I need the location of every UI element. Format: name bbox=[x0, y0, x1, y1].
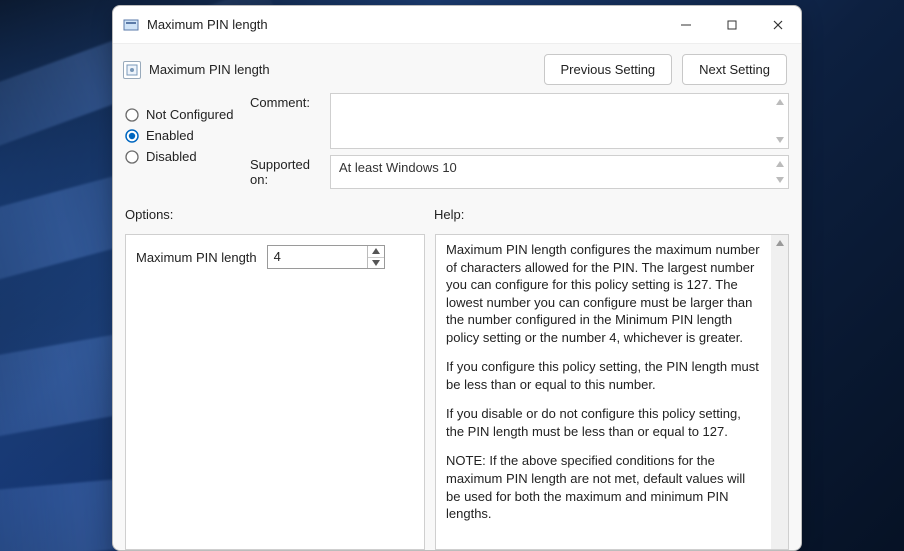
scroll-down-icon[interactable] bbox=[773, 173, 787, 187]
app-icon bbox=[123, 17, 139, 33]
scroll-up-icon[interactable] bbox=[773, 95, 787, 109]
supported-value: At least Windows 10 bbox=[331, 156, 788, 179]
options-panel: Maximum PIN length 4 bbox=[125, 234, 425, 550]
titlebar[interactable]: Maximum PIN length bbox=[113, 6, 801, 44]
comment-textbox[interactable] bbox=[330, 93, 789, 149]
policy-title: Maximum PIN length bbox=[149, 62, 270, 77]
maximize-button[interactable] bbox=[709, 6, 755, 44]
radio-enabled[interactable]: Enabled bbox=[125, 128, 250, 143]
radio-not-configured[interactable]: Not Configured bbox=[125, 107, 250, 122]
option-item-label: Maximum PIN length bbox=[136, 250, 257, 265]
spinner-down-button[interactable] bbox=[368, 258, 384, 269]
help-paragraph: Maximum PIN length configures the maximu… bbox=[446, 241, 761, 346]
comment-value bbox=[331, 94, 788, 102]
help-panel: Maximum PIN length configures the maximu… bbox=[435, 234, 789, 550]
help-paragraph: If you configure this policy setting, th… bbox=[446, 358, 761, 393]
help-paragraph: If you disable or do not configure this … bbox=[446, 405, 761, 440]
supported-label: Supported on: bbox=[250, 155, 330, 189]
radio-label: Enabled bbox=[146, 128, 194, 143]
max-pin-length-spinner[interactable]: 4 bbox=[267, 245, 385, 269]
radio-disabled[interactable]: Disabled bbox=[125, 149, 250, 164]
radio-label: Disabled bbox=[146, 149, 197, 164]
help-text: Maximum PIN length configures the maximu… bbox=[436, 235, 771, 549]
previous-setting-button[interactable]: Previous Setting bbox=[544, 54, 673, 85]
radio-off-icon bbox=[125, 150, 139, 164]
spinner-value[interactable]: 4 bbox=[268, 246, 367, 268]
scroll-up-icon[interactable] bbox=[773, 157, 787, 171]
radio-off-icon bbox=[125, 108, 139, 122]
policy-dialog-window: Maximum PIN length Maximum PIN length Pr… bbox=[112, 5, 802, 551]
supported-textbox: At least Windows 10 bbox=[330, 155, 789, 189]
radio-label: Not Configured bbox=[146, 107, 233, 122]
radio-on-icon bbox=[125, 129, 139, 143]
scroll-down-icon[interactable] bbox=[773, 133, 787, 147]
minimize-button[interactable] bbox=[663, 6, 709, 44]
policy-icon bbox=[123, 61, 141, 79]
spinner-up-button[interactable] bbox=[368, 246, 384, 258]
help-scrollbar[interactable] bbox=[771, 235, 788, 549]
comment-label: Comment: bbox=[250, 93, 330, 149]
help-paragraph: NOTE: If the above specified conditions … bbox=[446, 452, 761, 522]
window-title: Maximum PIN length bbox=[147, 17, 268, 32]
help-section-label: Help: bbox=[434, 207, 464, 222]
scroll-up-icon[interactable] bbox=[771, 235, 788, 251]
close-button[interactable] bbox=[755, 6, 801, 44]
next-setting-button[interactable]: Next Setting bbox=[682, 54, 787, 85]
options-section-label: Options: bbox=[125, 207, 434, 222]
